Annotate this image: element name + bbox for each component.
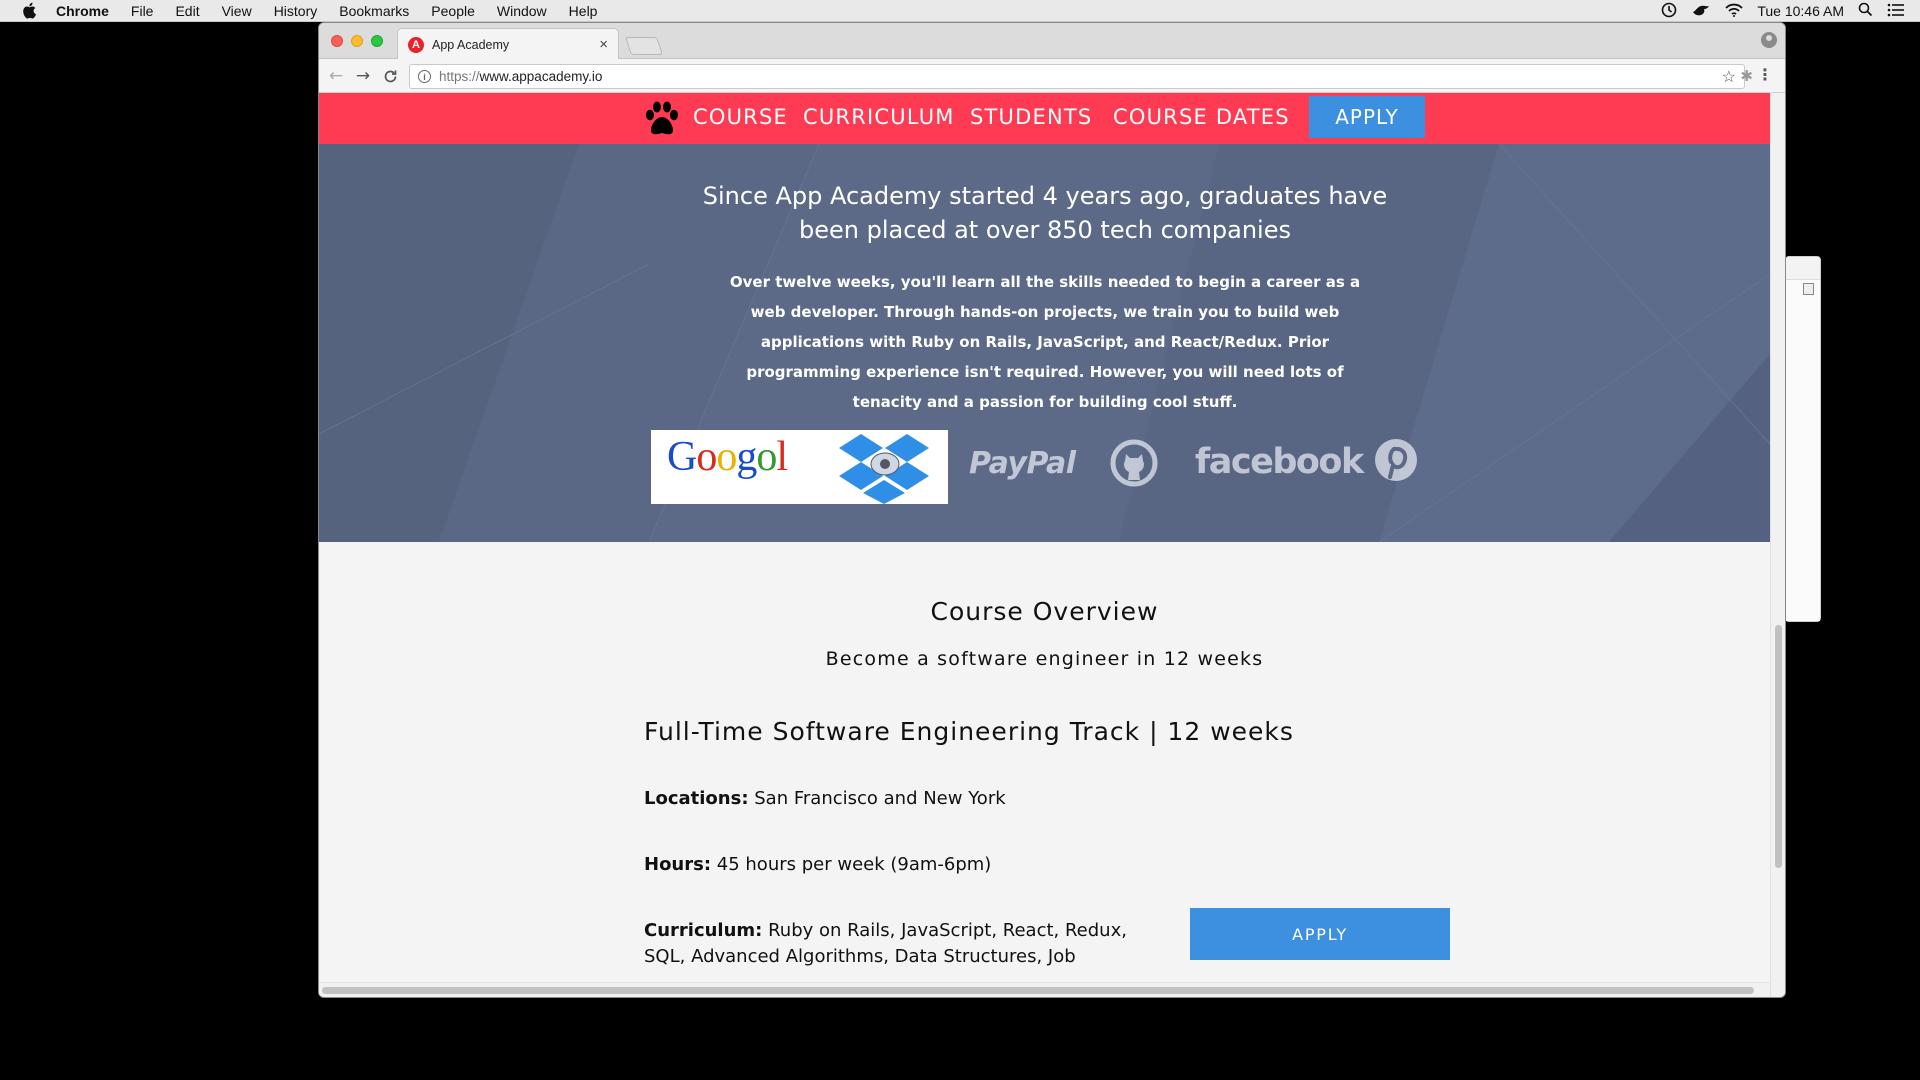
paw-logo-icon[interactable]: [642, 99, 682, 139]
tab-strip: A App Academy ×: [319, 23, 1785, 60]
tab-app-academy[interactable]: A App Academy ×: [397, 28, 619, 60]
macos-menu-bar: Chrome File Edit View History Bookmarks …: [0, 0, 1920, 22]
address-bar[interactable]: i https://www.appacademy.io ☆: [409, 64, 1745, 89]
hero-paragraph: Over twelve weeks, you'll learn all the …: [729, 273, 1361, 411]
nav-curriculum-link[interactable]: CURRICULUM: [803, 105, 955, 129]
paypal-logo: PayPal: [969, 446, 1076, 481]
notification-center-icon[interactable]: [1887, 3, 1904, 20]
hero-heading: Since App Academy started 4 years ago, g…: [702, 182, 1388, 244]
googol-dropbox-image: Googol: [651, 430, 948, 504]
minimize-window-button[interactable]: [351, 35, 363, 47]
horizontal-scrollbar-thumb[interactable]: [322, 987, 1754, 994]
overview-apply-button[interactable]: APPLY: [1190, 908, 1450, 960]
course-overview-section: Course Overview Become a software engine…: [319, 542, 1770, 997]
bookmark-star-icon[interactable]: ☆: [1722, 67, 1736, 87]
notification-bird-icon[interactable]: [1691, 2, 1711, 21]
new-tab-button[interactable]: [625, 37, 663, 55]
page-viewport[interactable]: COURSE CURRICULUM STUDENTS COURSE DATES …: [319, 93, 1785, 997]
url-host: www.appacademy.io: [479, 69, 603, 84]
nav-course-dates-link[interactable]: COURSE DATES: [1113, 105, 1290, 129]
vertical-scrollbar[interactable]: [1770, 93, 1785, 997]
hours-value: 45 hours per week (9am-6pm): [711, 854, 992, 875]
googol-logo-text: Googol: [667, 434, 788, 480]
curriculum-detail: Curriculum: Ruby on Rails, JavaScript, R…: [644, 918, 1127, 970]
close-window-button[interactable]: [331, 35, 343, 47]
locations-label: Locations:: [644, 788, 749, 809]
hours-detail: Hours: 45 hours per week (9am-6pm): [644, 852, 991, 878]
locations-detail: Locations: San Francisco and New York: [644, 786, 1006, 812]
chrome-menu-icon[interactable]: ⋮: [1757, 65, 1773, 84]
dropbox-icon: [839, 434, 929, 504]
nav-students-link[interactable]: STUDENTS: [970, 105, 1092, 129]
menubar-clock[interactable]: Tue 10:46 AM: [1757, 3, 1844, 19]
tab-title: App Academy: [432, 37, 510, 52]
menu-file[interactable]: File: [131, 3, 154, 19]
locations-value: San Francisco and New York: [748, 788, 1006, 809]
apple-menu-icon[interactable]: [18, 2, 40, 19]
menu-edit[interactable]: Edit: [175, 3, 199, 19]
hero-section: Since App Academy started 4 years ago, g…: [319, 144, 1770, 542]
hours-label: Hours:: [644, 854, 712, 875]
nav-apply-button[interactable]: APPLY: [1309, 96, 1425, 138]
fullscreen-window-button[interactable]: [371, 35, 383, 47]
back-arrow-icon[interactable]: ←: [325, 65, 347, 87]
profile-avatar-icon[interactable]: [1761, 32, 1777, 48]
forward-arrow-icon[interactable]: →: [352, 65, 374, 87]
background-window-control[interactable]: [1803, 283, 1814, 295]
curriculum-value-line2: SQL, Advanced Algorithms, Data Structure…: [644, 946, 1076, 967]
track-title: Full-Time Software Engineering Track | 1…: [644, 717, 1294, 746]
extension-puzzle-icon[interactable]: ✱: [1740, 67, 1753, 85]
pinterest-icon: [1375, 439, 1417, 481]
course-overview-title: Course Overview: [930, 597, 1159, 626]
time-machine-icon[interactable]: [1661, 2, 1677, 21]
menu-help[interactable]: Help: [569, 3, 598, 19]
tab-close-icon[interactable]: ×: [599, 36, 608, 53]
menu-window[interactable]: Window: [497, 3, 547, 19]
app-academy-favicon-icon: A: [408, 36, 424, 53]
spotlight-search-icon[interactable]: [1858, 2, 1873, 20]
url-scheme: https://: [439, 69, 480, 84]
nav-course-link[interactable]: COURSE: [693, 105, 788, 129]
wifi-icon[interactable]: [1725, 3, 1743, 20]
background-window-content: [1786, 279, 1820, 621]
horizontal-scrollbar[interactable]: [319, 982, 1770, 997]
site-navbar: COURSE CURRICULUM STUDENTS COURSE DATES …: [319, 93, 1770, 144]
reload-icon[interactable]: [379, 65, 401, 87]
curriculum-label: Curriculum:: [644, 920, 763, 941]
course-overview-subtitle: Become a software engineer in 12 weeks: [825, 648, 1264, 670]
chrome-window: A App Academy × ← → i https://www.appaca…: [319, 23, 1785, 997]
facebook-logo: facebook: [1195, 442, 1364, 482]
background-window[interactable]: [1785, 256, 1821, 622]
menu-bookmarks[interactable]: Bookmarks: [339, 3, 409, 19]
menu-view[interactable]: View: [222, 3, 252, 19]
vertical-scrollbar-thumb[interactable]: [1775, 625, 1782, 868]
curriculum-value-line1: Ruby on Rails, JavaScript, React, Redux,: [762, 920, 1127, 941]
menu-app-chrome[interactable]: Chrome: [56, 3, 109, 19]
menu-history[interactable]: History: [274, 3, 318, 19]
site-info-icon[interactable]: i: [418, 70, 431, 83]
menu-people[interactable]: People: [431, 3, 475, 19]
browser-toolbar: ← → i https://www.appacademy.io ☆ ✱ ⋮: [319, 59, 1785, 93]
github-icon: [1110, 439, 1158, 487]
